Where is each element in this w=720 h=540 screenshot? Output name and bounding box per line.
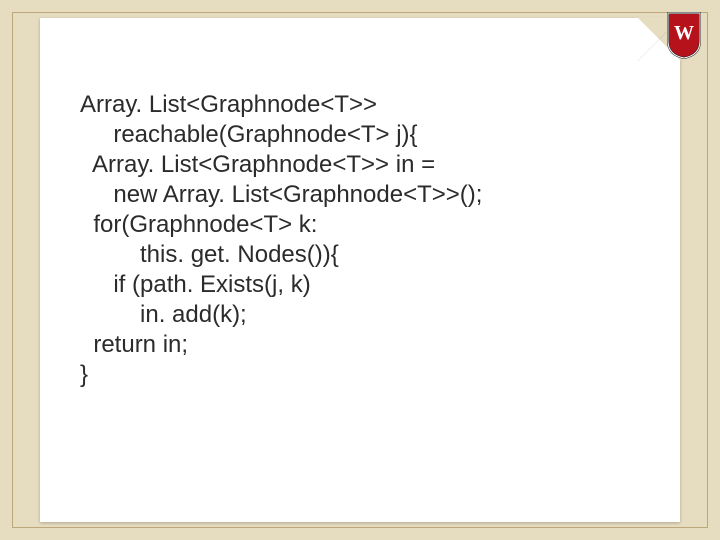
wisconsin-crest-icon: W xyxy=(666,11,702,59)
slide-canvas: Array. List<Graphnode<T>> reachable(Grap… xyxy=(0,0,720,540)
code-line: in. add(k); xyxy=(80,300,640,330)
code-line: Array. List<Graphnode<T>> in = xyxy=(80,150,640,180)
code-block: Array. List<Graphnode<T>> reachable(Grap… xyxy=(80,90,640,390)
code-line: reachable(Graphnode<T> j){ xyxy=(80,120,640,150)
slide-card: Array. List<Graphnode<T>> reachable(Grap… xyxy=(40,18,680,522)
code-line: Array. List<Graphnode<T>> xyxy=(80,90,640,120)
code-line: new Array. List<Graphnode<T>>(); xyxy=(80,180,640,210)
crest-letter: W xyxy=(674,22,694,44)
code-line: for(Graphnode<T> k: xyxy=(80,210,640,240)
code-line: if (path. Exists(j, k) xyxy=(80,270,640,300)
code-line: this. get. Nodes()){ xyxy=(80,240,640,270)
code-line: } xyxy=(80,360,640,390)
code-line: return in; xyxy=(80,330,640,360)
